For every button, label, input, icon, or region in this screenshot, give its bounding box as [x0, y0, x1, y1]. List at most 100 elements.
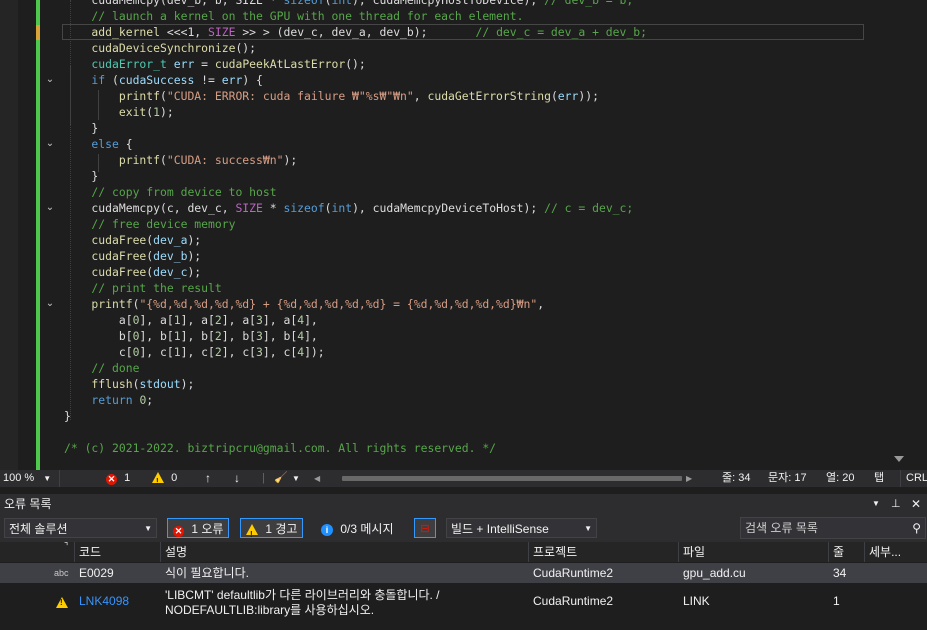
code-token: dev_b	[153, 249, 188, 263]
warning-icon	[152, 472, 164, 490]
code-token: int	[331, 201, 353, 215]
column-header-file[interactable]: 파일	[678, 542, 828, 562]
close-icon[interactable]: ✕	[911, 494, 921, 514]
code-line[interactable]: cudaDeviceSynchronize();	[0, 40, 900, 56]
scrollbar-thumb[interactable]	[342, 476, 682, 481]
code-line[interactable]: // print the result	[0, 280, 900, 296]
warning-count-indicator[interactable]: 0	[152, 470, 177, 490]
fold-toggle-icon[interactable]: ⌄	[44, 200, 56, 216]
code-token: ;	[146, 393, 154, 407]
code-line[interactable]: cudaError_t err = cudaPeekAtLastError();	[0, 56, 900, 72]
build-filter-dropdown[interactable]: 빌드 + IntelliSense ▼	[446, 518, 597, 538]
table-row[interactable]: LNK4098 'LIBCMT' defaultlib가 다른 라이브러리와 충…	[0, 585, 927, 619]
code-line[interactable]: ⌄ cudaMemcpy(c, dev_c, SIZE * sizeof(int…	[0, 200, 900, 216]
column-header-detail[interactable]: 세부...	[864, 542, 927, 562]
code-line[interactable]: b[0], b[1], b[2], b[3], b[4],	[0, 328, 900, 344]
fold-toggle-icon[interactable]: ⌄	[44, 136, 56, 152]
code-line[interactable]	[0, 424, 900, 440]
navigate-down-icon[interactable]: ↓	[234, 470, 240, 487]
scroll-right-icon[interactable]: ▶	[686, 470, 692, 487]
code-line[interactable]: }	[0, 120, 900, 136]
pin-icon[interactable]: ⊥	[891, 494, 901, 514]
zoom-level: 100 %	[3, 472, 35, 484]
code-line[interactable]: exit(1);	[0, 104, 900, 120]
code-token: }	[64, 169, 99, 183]
code-token: ], b[	[262, 329, 298, 343]
column-header-category[interactable]: ⌝	[0, 541, 74, 562]
column-header-project[interactable]: 프로젝트	[528, 542, 678, 562]
code-line[interactable]: a[0], a[1], a[2], a[3], a[4],	[0, 312, 900, 328]
code-line[interactable]: ⌄ else {	[0, 136, 900, 152]
table-row[interactable]: abc E0029 식이 필요합니다. CudaRuntime2 gpu_add…	[0, 563, 927, 583]
messages-filter-button[interactable]: i 0/3 메시지	[315, 518, 399, 538]
error-count-indicator[interactable]: ✕ 1	[106, 470, 130, 487]
warnings-filter-button[interactable]: 1 경고	[240, 518, 304, 545]
code-text: // print the result	[64, 280, 221, 296]
code-token: (	[105, 73, 119, 87]
navigate-up-icon[interactable]: ↑	[205, 470, 211, 487]
code-text: printf("CUDA: ERROR: cuda failure ₩"%s₩"…	[64, 88, 599, 104]
line-indicator: 줄: 34	[722, 472, 751, 484]
code-line[interactable]: // free device memory	[0, 216, 900, 232]
code-line[interactable]: c[0], c[1], c[2], c[3], c[4]);	[0, 344, 900, 360]
code-line[interactable]: // launch a kernel on the GPU with one t…	[0, 8, 900, 24]
column-header-line[interactable]: 줄	[828, 542, 864, 562]
column-header-description[interactable]: 설명	[160, 542, 528, 562]
zoom-dropdown[interactable]: 100 % ▼	[0, 470, 60, 487]
warning-icon	[246, 524, 258, 545]
scope-dropdown[interactable]: 전체 솔루션 ▼	[4, 518, 157, 538]
code-line[interactable]: return 0;	[0, 392, 900, 408]
code-line[interactable]: cudaMemcpy(dev_b, b, SIZE * sizeof(int),…	[0, 0, 900, 8]
code-line[interactable]: // copy from device to host	[0, 184, 900, 200]
code-editor[interactable]: cudaMemcpy(dev_b, b, SIZE * sizeof (int),…	[0, 0, 927, 470]
code-token: ], b[	[180, 329, 215, 343]
error-code: E0029	[79, 566, 114, 580]
tab-indicator[interactable]: 탭	[874, 470, 884, 487]
code-token: );	[187, 249, 202, 263]
code-token: <<<1,	[160, 25, 209, 39]
code-line[interactable]: add_kernel <<<1, SIZE >> > (dev_c, dev_a…	[0, 24, 900, 40]
code-lines[interactable]: cudaMemcpy(dev_b, b, SIZE * sizeof (int),…	[0, 0, 900, 456]
code-text: cudaFree(dev_c);	[64, 264, 201, 280]
errors-filter-button[interactable]: ✕ 1 오류	[167, 518, 230, 538]
code-line[interactable]: printf("CUDA: success₩n");	[0, 152, 900, 168]
code-token: 1	[153, 105, 161, 119]
code-line[interactable]: fflush(stdout);	[0, 376, 900, 392]
column-header-code[interactable]: 코드	[74, 542, 160, 562]
line-ending-indicator[interactable]: CRLF	[900, 470, 927, 487]
horizontal-scrollbar[interactable]	[330, 473, 690, 484]
code-line[interactable]: /* (c) 2021-2022. biztripcru@gmail.com. …	[0, 440, 900, 456]
warning-code-link[interactable]: LNK4098	[79, 594, 129, 608]
code-text: add_kernel <<<1, SIZE >> > (dev_c, dev_a…	[64, 24, 647, 40]
filter-current-doc-button[interactable]: ⊟	[414, 518, 436, 538]
code-token: // dev_b = b;	[544, 0, 634, 7]
error-list-titlebar: 오류 목록 ▼ ⊥ ✕	[0, 494, 927, 514]
code-token: sizeof	[283, 201, 325, 215]
fold-toggle-icon[interactable]: ⌄	[44, 72, 56, 88]
code-token: }	[64, 121, 99, 135]
warning-description-line2: NODEFAULTLIB:library를 사용하십시오.	[165, 603, 375, 617]
pane-options-icon[interactable]: ▼	[872, 494, 880, 514]
code-line[interactable]: ⌄ printf("{%d,%d,%d,%d,%d} + {%d,%d,%d,%…	[0, 296, 900, 312]
cleanup-brush-icon[interactable]: 🧹	[274, 470, 288, 487]
fold-toggle-icon[interactable]: ⌄	[44, 296, 56, 312]
code-line[interactable]: }	[0, 408, 900, 424]
code-token: ], a[	[180, 313, 215, 327]
code-text: if (cudaSuccess != err) {	[64, 72, 262, 88]
code-line[interactable]: printf("CUDA: ERROR: cuda failure ₩"%s₩"…	[0, 88, 900, 104]
scroll-left-icon[interactable]: ◀	[314, 470, 320, 487]
code-line[interactable]: }	[0, 168, 900, 184]
scroll-down-icon[interactable]	[894, 456, 904, 462]
code-text: cudaFree(dev_a);	[64, 232, 201, 248]
code-line[interactable]: // done	[0, 360, 900, 376]
char-indicator: 문자: 17	[768, 472, 807, 484]
code-line[interactable]: cudaFree(dev_c);	[0, 264, 900, 280]
code-token: );	[187, 233, 202, 247]
code-line[interactable]: cudaFree(dev_a);	[0, 232, 900, 248]
search-input[interactable]: 검색 오류 목록 ⚲	[740, 517, 926, 539]
code-line[interactable]: ⌄ if (cudaSuccess != err) {	[0, 72, 900, 88]
error-list-header: ⌝ 코드 설명 프로젝트 파일 줄 세부...	[0, 541, 927, 562]
chevron-down-icon[interactable]: ▼	[292, 470, 300, 487]
code-line[interactable]: cudaFree(dev_b);	[0, 248, 900, 264]
